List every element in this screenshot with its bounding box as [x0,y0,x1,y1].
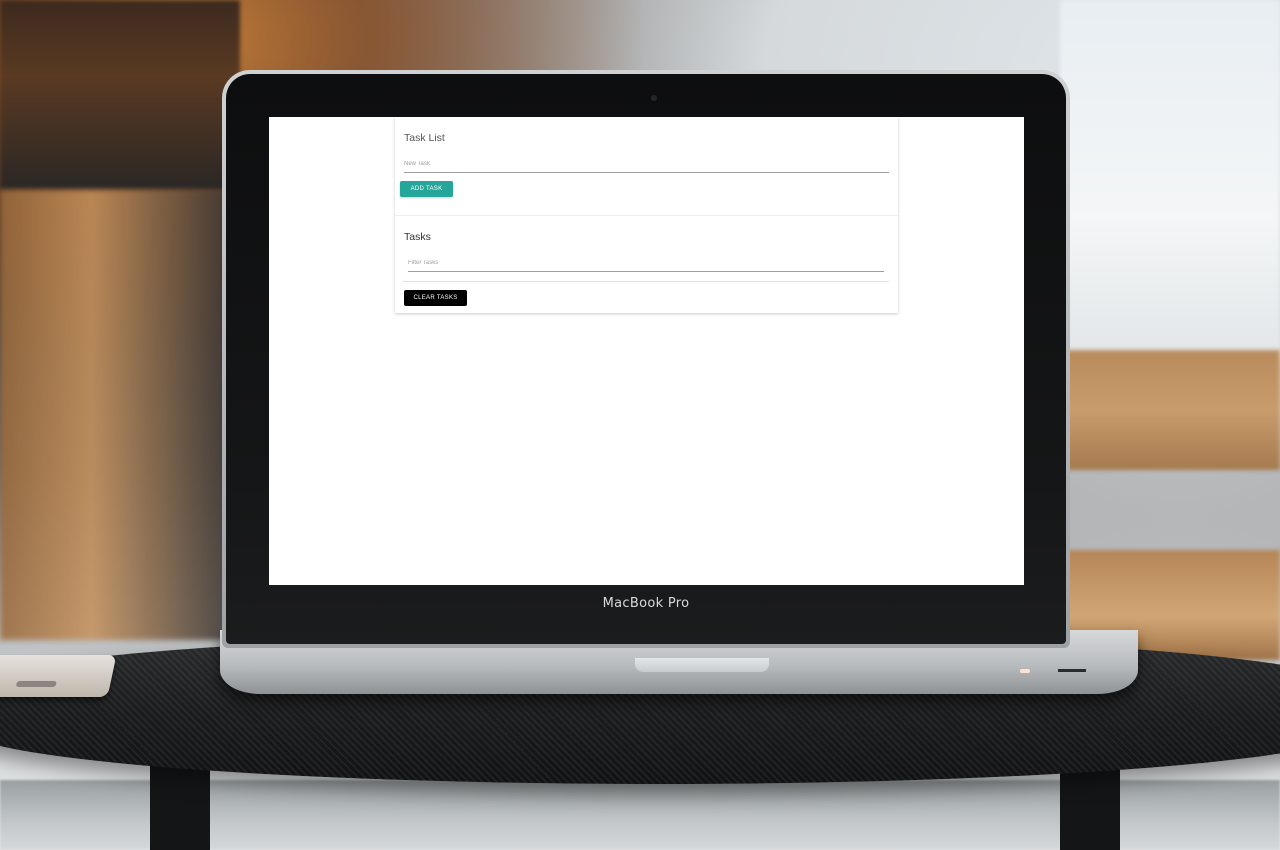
photo-scene: MacBook Pro Task List ADD TASK Tasks CLE… [0,0,1280,850]
background-chair-left [0,190,230,640]
table-leg [150,760,210,850]
tasks-title: Tasks [404,231,431,243]
table-leg [1060,760,1120,850]
background-window [1060,0,1280,360]
add-task-button[interactable]: ADD TASK [400,181,453,197]
laptop-brand-label: MacBook Pro [602,596,690,611]
new-task-input[interactable] [404,157,889,173]
filter-tasks-input[interactable] [408,256,884,272]
task-card: Task List ADD TASK Tasks CLEAR TASKS [395,117,898,313]
laptop-lid-notch [635,658,769,672]
smartphone [0,655,117,697]
background-shelf [0,0,240,190]
power-led [1020,669,1030,673]
laptop-screen: Task List ADD TASK Tasks CLEAR TASKS [269,117,1024,585]
laptop-vent [1058,669,1086,672]
clear-tasks-button[interactable]: CLEAR TASKS [404,290,467,306]
task-list-divider [403,281,889,282]
phone-port [15,681,57,687]
tasks-section: Tasks CLEAR TASKS [395,216,898,313]
add-task-section: Task List ADD TASK [395,117,898,216]
camera-icon [651,95,657,101]
task-list-title: Task List [404,132,445,144]
background-chair-right-top [1060,350,1280,470]
